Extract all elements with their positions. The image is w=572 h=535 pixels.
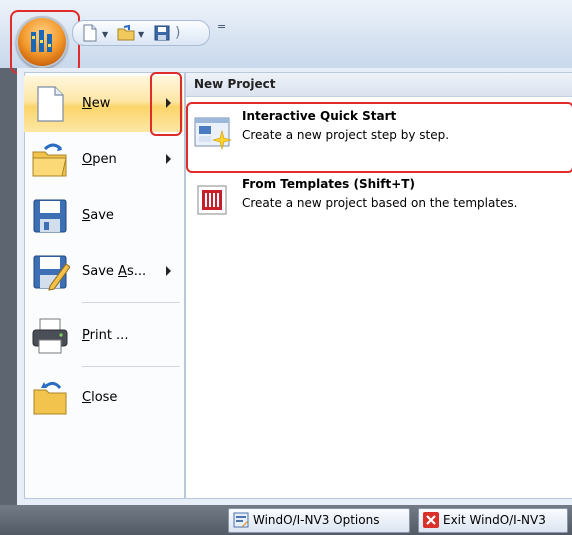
quick-start-highlight-box [186,102,572,173]
menu-divider [82,366,180,367]
new-document-icon[interactable] [81,24,99,42]
from-templates-item[interactable]: From Templates (Shift+T) Create a new pr… [186,172,572,230]
submenu-arrow-icon [166,266,171,276]
menu-item-label: Print ... [82,328,129,343]
exit-icon [423,512,439,528]
submenu-arrow-icon [166,154,171,164]
menu-item-label: Save [82,208,114,223]
close-folder-icon [33,381,67,415]
open-folder-icon[interactable] [117,24,135,42]
new-dropdown-icon[interactable]: ▼ [102,30,108,39]
printer-icon [32,318,68,354]
save-disk-icon[interactable] [153,24,171,42]
menu-item-print[interactable]: Print ... [24,308,183,364]
orb-highlight-box [10,10,80,74]
options-label: WindO/I-NV3 Options [253,513,380,527]
item-description: Create a new project based on the templa… [242,196,518,210]
options-icon [233,512,249,528]
menu-item-open[interactable]: Open [24,132,183,188]
toolbar-end-bracket: ) [175,25,181,41]
menu-item-label: New [82,96,111,111]
new-page-icon [37,86,64,122]
submenu-title: New Project [194,77,276,91]
save-as-icon [33,255,70,291]
menu-item-label: Open [82,152,117,167]
menu-item-close[interactable]: Close [24,370,183,426]
submenu-header: New Project [186,73,572,97]
save-disk-icon [33,199,67,233]
item-title: From Templates (Shift+T) [242,177,415,191]
exit-button[interactable]: Exit WindO/I-NV3 [418,508,568,533]
quick-access-toolbar: ▼ ▼ ) [72,20,210,46]
menu-divider [82,302,180,303]
menu-item-save[interactable]: Save [24,188,183,244]
exit-label: Exit WindO/I-NV3 [443,513,546,527]
customize-qat-icon[interactable]: = [217,20,226,33]
options-button[interactable]: WindO/I-NV3 Options [228,508,410,533]
menu-item-save-as[interactable]: Save As... [24,244,183,300]
open-folder-icon [32,143,67,177]
submenu-arrow-highlight [150,72,182,136]
open-dropdown-icon[interactable]: ▼ [138,30,144,39]
menu-item-label: Close [82,390,118,405]
templates-icon [197,185,227,215]
menu-item-label: Save As... [82,264,147,279]
